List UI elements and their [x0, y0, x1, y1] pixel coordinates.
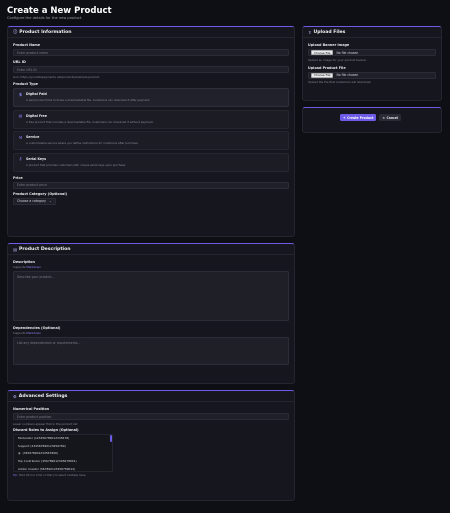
product-name-label: Product Name [13, 43, 41, 47]
cancel-label: Cancel [386, 115, 399, 120]
service-icon: ⚒ [18, 134, 23, 140]
dollar-icon: $ [19, 91, 22, 97]
role-option-support[interactable]: Support (234567890123456789) [14, 442, 112, 450]
product-type-digital-free[interactable]: ▤ Digital Free A free product that inclu… [13, 109, 289, 129]
product-type-desc: A customizable service where you define … [26, 141, 139, 145]
product-type-label: Product Type [13, 81, 38, 86]
product-description-header: ▤ Product Description [8, 244, 294, 255]
cancel-button[interactable]: × Cancel [379, 114, 402, 121]
banner-image-hint: Upload an image for your product banner. [308, 57, 367, 62]
dependencies-textarea[interactable]: List any dependencies or requirements... [13, 337, 289, 365]
role-option-unnamed[interactable]: ◉ (345678901234567890) [14, 450, 112, 458]
dependencies-markdown-link[interactable]: Markdown [26, 331, 40, 335]
upload-icon: ⇪ [308, 29, 312, 35]
category-select-value: Choose a category [17, 199, 46, 203]
key-icon: ⚷ [19, 156, 22, 161]
gift-icon: ▤ [18, 113, 23, 118]
product-information-header: ⓘ Product Information [8, 27, 294, 38]
description-markdown-link[interactable]: Markdown [26, 265, 40, 269]
info-icon: ⓘ [13, 29, 18, 34]
category-select[interactable]: Choose a category ⌄ [13, 197, 56, 205]
position-label: Numerical Position [13, 407, 50, 411]
product-description-title: Product Description [18, 246, 71, 252]
product-description-card: ▤ Product Description Description Suppor… [7, 243, 295, 384]
role-label: Addon Creator (567890123456789012) [18, 466, 76, 471]
description-label: Description [13, 260, 35, 264]
product-type-desc: A free product that includes a downloada… [26, 119, 154, 124]
position-input[interactable]: Enter product position [13, 413, 289, 420]
description-hint-prefix: Supports [13, 265, 27, 269]
create-product-button[interactable]: + Create Product [340, 114, 377, 121]
discord-roles-label: Discord Roles to Assign (Optional) [13, 427, 79, 432]
description-textarea[interactable]: Describe your product... [13, 271, 289, 321]
page-subtitle: Configure the details for the new produc… [7, 16, 83, 20]
advanced-settings-card: ⚙ Advanced Settings Numerical Position E… [7, 390, 295, 501]
price-input[interactable]: Enter product price [13, 181, 289, 189]
product-type-service[interactable]: ⚒ Service A customizable service where y… [13, 131, 289, 150]
dependencies-label: Dependencies (Optional) [13, 326, 61, 330]
role-label: Support (234567890123456789) [18, 443, 66, 448]
product-information-card: ⓘ Product Information Product Name Enter… [7, 26, 295, 237]
create-product-label: Create Product [347, 115, 374, 120]
document-icon: ▤ [13, 246, 17, 252]
role-avatar-icon: ◉ [18, 451, 21, 456]
product-type-title: Digital Free [26, 113, 47, 118]
category-label: Product Category (Optional) [13, 191, 68, 196]
product-type-title: Digital Paid [26, 92, 47, 96]
product-name-input[interactable]: Enter product name [13, 49, 289, 56]
product-type-desc: A paid product that includes a downloada… [26, 98, 151, 102]
role-option-addon-creator[interactable]: Addon Creator (567890123456789012) [14, 465, 112, 471]
roles-tip: Tip: Hold Ctrl (or Cmd on Mac) to select… [13, 473, 289, 477]
close-icon: × [382, 115, 385, 120]
role-option-top-contributor[interactable]: Top Contributor (456789012345678901) [14, 457, 112, 465]
banner-file-status: No file chosen [336, 50, 359, 55]
upload-files-title: Upload Files [313, 29, 346, 35]
price-label: Price [13, 175, 23, 180]
upload-files-card: ⇪ Upload Files Upload Banner Image Choos… [302, 26, 442, 101]
roles-scrollbar[interactable] [110, 434, 112, 442]
product-file-input[interactable]: Choose File No file chosen [308, 71, 436, 79]
dependencies-hint-prefix: Supports [13, 331, 27, 335]
role-label: (345678901234567890) [22, 451, 58, 456]
product-type-title: Serial Keys [26, 156, 47, 161]
position-hint: Lower numbers appear first in the produc… [13, 421, 78, 426]
url-id-input[interactable]: Enter URL ID [13, 66, 289, 73]
product-type-desc: A product that provides customers with u… [26, 162, 126, 167]
product-type-digital-paid[interactable]: $ Digital Paid A paid product that inclu… [13, 88, 289, 107]
plus-icon: + [343, 115, 346, 120]
advanced-settings-header: ⚙ Advanced Settings [8, 391, 294, 402]
upload-files-header: ⇪ Upload Files [303, 27, 441, 38]
product-file-label: Upload Product File [308, 65, 346, 70]
product-file-hint: Upload the file that customers will down… [308, 80, 372, 84]
banner-choose-file-button[interactable]: Choose File [311, 50, 334, 55]
role-label: Top Contributor (456789012345678901) [18, 459, 77, 464]
page-title: Create a New Product [7, 6, 112, 16]
description-markdown-hint: Supports Markdown [13, 265, 289, 269]
product-file-status: No file chosen [336, 73, 359, 77]
product-information-title: Product Information [19, 29, 72, 35]
product-type-serial-keys[interactable]: ⚷ Serial Keys A product that provides cu… [13, 152, 289, 172]
tip-text: Hold Ctrl (or Cmd on Mac) to select mult… [17, 473, 87, 477]
role-label: Moderator (123456789012345678) [18, 436, 70, 441]
product-type-title: Service [26, 135, 40, 139]
url-id-label: URL ID [13, 60, 26, 64]
discord-roles-list[interactable]: Moderator (123456789012345678) Support (… [13, 433, 113, 472]
banner-image-input[interactable]: Choose File No file chosen [308, 49, 436, 56]
url-link-hint: Link: https://yoursitepayments.net/produ… [13, 74, 100, 79]
actions-card: + Create Product × Cancel [302, 107, 442, 133]
advanced-settings-title: Advanced Settings [18, 393, 68, 399]
role-option-moderator[interactable]: Moderator (123456789012345678) [14, 435, 112, 443]
banner-image-label: Upload Banner Image [308, 43, 350, 47]
product-choose-file-button[interactable]: Choose File [311, 72, 334, 78]
chevron-down-icon: ⌄ [48, 199, 52, 203]
dependencies-markdown-hint: Supports Markdown [13, 331, 289, 335]
gear-icon: ⚙ [13, 393, 17, 399]
